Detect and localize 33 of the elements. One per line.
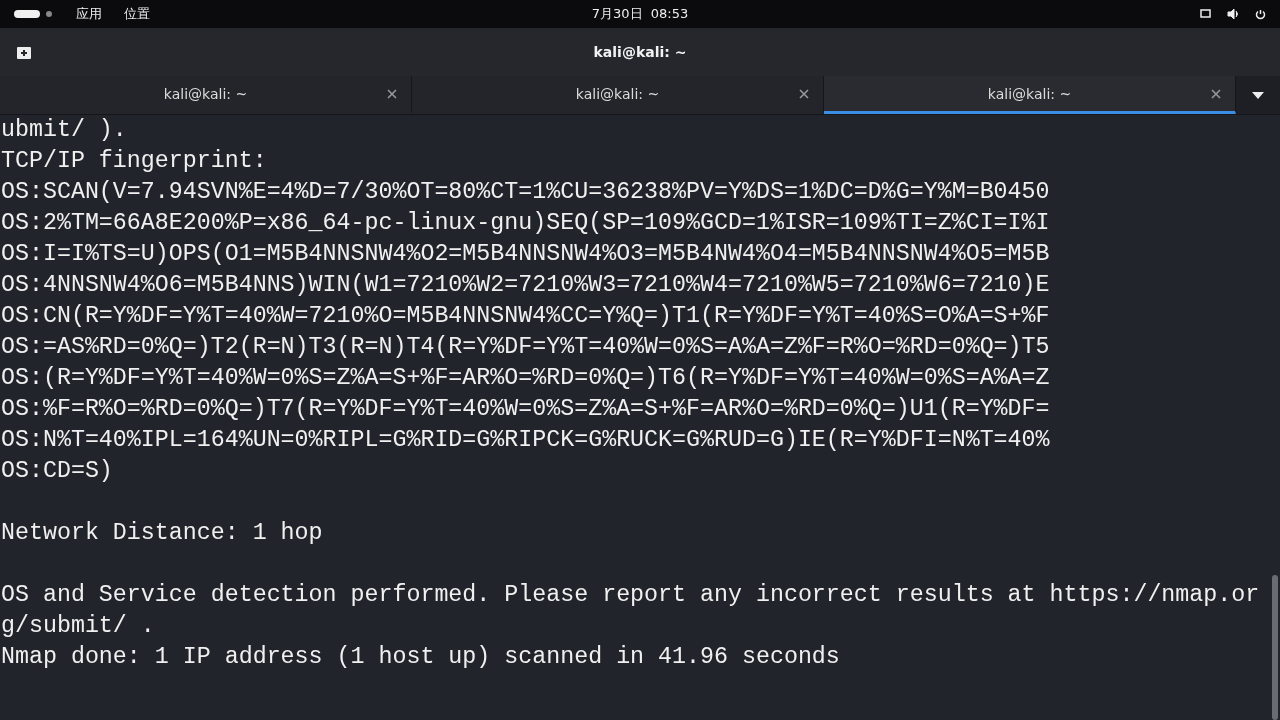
dropdown-icon[interactable]: [1252, 91, 1264, 99]
terminal-line: OS:CN(R=Y%DF=Y%T=40%W=7210%O=M5B4NNSNW4%CC=Y%Q=)T1(R=Y%DF=Y%T=40%S=O%A=S+%F: [0, 302, 1051, 331]
terminal-line: TCP/IP fingerprint:: [0, 147, 268, 176]
terminal-line: Network Distance: 1 hop: [0, 519, 324, 548]
terminal-line: OS:%F=R%O=%RD=0%Q=)T7(R=Y%DF=Y%T=40%W=0%S=Z%A=S+%F=AR%O=%RD=0%Q=)U1(R=Y%DF=: [0, 395, 1051, 424]
clock[interactable]: 7月30日 08:53: [591, 5, 689, 23]
terminal-line: OS:=AS%RD=0%Q=)T2(R=N)T3(R=N)T4(R=Y%DF=Y%T=40%W=0%S=A%A=Z%F=R%O=%RD=0%Q=)T5: [0, 333, 1051, 362]
terminal-line: OS:4NNSNW4%O6=M5B4NNS)WIN(W1=7210%W2=7210%W3=7210%W4=7210%W5=7210%W6=7210)E: [0, 271, 1051, 300]
top-menu[interactable]: 位置: [124, 5, 150, 23]
terminal-tab[interactable]: kali@kali: ~: [824, 76, 1236, 114]
terminal-line: OS:CD=S): [0, 457, 114, 486]
terminal-line: Nmap done: 1 IP address (1 host up) scanned in 41.96 seconds: [0, 643, 841, 672]
terminal-line: OS:SCAN(V=7.94SVN%E=4%D=7/30%OT=80%CT=1%CU=36238%PV=Y%DS=1%DC=D%G=Y%M=B0450: [0, 178, 1051, 207]
power-icon[interactable]: [1255, 8, 1266, 20]
terminal-line: OS and Service detection performed. Please report any incorrect results at https://nmap.or: [0, 581, 1261, 610]
terminal-tab[interactable]: kali@kali: ~: [0, 76, 412, 114]
close-icon[interactable]: [799, 88, 809, 99]
new-tab-icon[interactable]: [17, 45, 31, 59]
terminal-line: g/submit/ .: [0, 612, 156, 641]
window-title: kali@kali: ~: [593, 44, 687, 60]
monitor-icon[interactable]: [1200, 9, 1211, 19]
close-icon[interactable]: [387, 88, 397, 99]
close-icon[interactable]: [1211, 88, 1221, 99]
scrollbar[interactable]: [1272, 575, 1278, 720]
terminal-line: OS:N%T=40%IPL=164%UN=0%RIPL=G%RID=G%RIPCK=G%RUCK=G%RUD=G)IE(R=Y%DFI=N%T=40%: [0, 426, 1051, 455]
terminal-line: OS:2%TM=66A8E200%P=x86_64-pc-linux-gnu)SEQ(SP=109%GCD=1%ISR=109%TI=Z%CI=I%I: [0, 209, 1051, 238]
terminal-line: OS:(R=Y%DF=Y%T=40%W=0%S=Z%A=S+%F=AR%O=%RD=0%Q=)T6(R=Y%DF=Y%T=40%W=0%S=A%A=Z: [0, 364, 1051, 393]
terminal-line: OS:I=I%TS=U)OPS(O1=M5B4NNSNW4%O2=M5B4NNSNW4%O3=M5B4NW4%O4=M5B4NNSNW4%O5=M5B: [0, 240, 1051, 269]
terminal-tab[interactable]: kali@kali: ~: [412, 76, 824, 114]
top-menu[interactable]: 应用: [76, 5, 102, 23]
activities-icon[interactable]: [14, 9, 54, 19]
volume-icon[interactable]: [1227, 9, 1239, 19]
terminal-line: ubmit/ ).: [0, 116, 128, 145]
